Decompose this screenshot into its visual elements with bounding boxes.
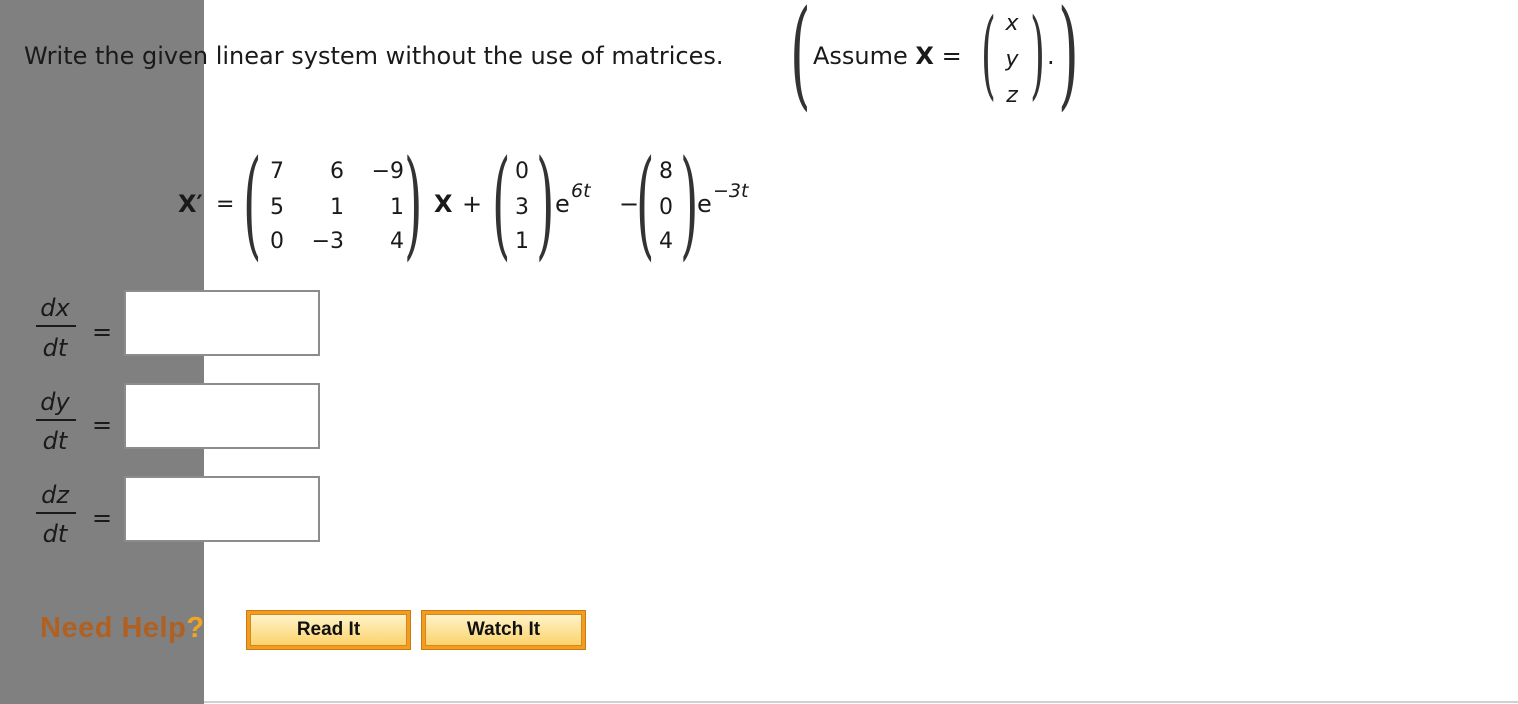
- dx-dt-answer-input[interactable]: [124, 290, 320, 356]
- derivative-numerator: dz: [41, 481, 69, 509]
- vector1-cell: 3: [515, 195, 529, 220]
- read-it-button[interactable]: Read It: [246, 610, 411, 650]
- need-help-label: Need Help?: [40, 612, 205, 645]
- need-help-text: Need Help: [40, 612, 187, 644]
- derivative-denominator: dt: [42, 520, 68, 548]
- matrix-cell: 7: [270, 159, 284, 184]
- derivative-denominator: dt: [42, 427, 68, 455]
- exp2-base: e: [697, 190, 712, 218]
- vector1-cell: 1: [515, 229, 529, 254]
- exp2-power: −3t: [713, 180, 749, 202]
- matrix-cell: 6: [330, 159, 344, 184]
- equals-sign: =: [92, 318, 113, 346]
- assume-period: .: [1047, 42, 1055, 70]
- matrix-right-paren: ): [404, 134, 423, 272]
- read-it-label: Read It: [250, 614, 407, 646]
- system-plus: +: [462, 190, 483, 218]
- matrix-cell: 1: [390, 195, 404, 220]
- fraction-bar: [36, 325, 76, 327]
- fraction-bar: [36, 419, 76, 421]
- fraction-bar: [36, 512, 76, 514]
- system-times-var: X: [434, 190, 453, 218]
- assume-right-big-paren: ): [1058, 0, 1079, 122]
- vector-z: z: [1006, 83, 1018, 108]
- question-content: Write the given linear system without th…: [0, 0, 1518, 704]
- question-mark-icon: ?: [186, 612, 205, 644]
- dz-dt-answer-input[interactable]: [124, 476, 320, 542]
- equals-sign: =: [92, 504, 113, 532]
- matrix-cell: 4: [390, 229, 404, 254]
- exp1-base: e: [555, 190, 570, 218]
- vector-left-paren: (: [981, 0, 996, 110]
- matrix-cell: 5: [270, 195, 284, 220]
- vector2-cell: 8: [659, 159, 673, 184]
- derivative-numerator: dy: [40, 388, 70, 416]
- derivative-denominator: dt: [42, 334, 68, 362]
- vector1-cell: 0: [515, 159, 529, 184]
- matrix-cell: 1: [330, 195, 344, 220]
- watch-it-button[interactable]: Watch It: [421, 610, 586, 650]
- exp1-power: 6t: [571, 180, 591, 202]
- vector2-cell: 4: [659, 229, 673, 254]
- assume-label: Assume: [813, 42, 908, 70]
- matrix-cell: −9: [371, 159, 404, 184]
- assume-left-big-paren: (: [790, 0, 811, 122]
- question-prompt: Write the given linear system without th…: [24, 42, 724, 70]
- vector-right-paren: ): [1030, 0, 1045, 110]
- assume-statement: Assume X =: [813, 40, 962, 72]
- system-equals: =: [216, 192, 235, 217]
- matrix-cell: −3: [311, 229, 344, 254]
- vector-x: x: [1005, 11, 1019, 36]
- vector1-right-paren: ): [536, 134, 555, 272]
- watch-it-label: Watch It: [425, 614, 582, 646]
- derivative-numerator: dx: [40, 294, 70, 322]
- assume-equals: =: [941, 42, 962, 70]
- assume-variable: X: [915, 42, 934, 70]
- vector2-right-paren: ): [680, 134, 699, 272]
- equals-sign: =: [92, 411, 113, 439]
- matrix-cell: 0: [270, 229, 284, 254]
- vector2-cell: 0: [659, 195, 673, 220]
- dy-dt-answer-input[interactable]: [124, 383, 320, 449]
- system-lhs: X′: [178, 190, 203, 218]
- vector-y: y: [1005, 47, 1019, 72]
